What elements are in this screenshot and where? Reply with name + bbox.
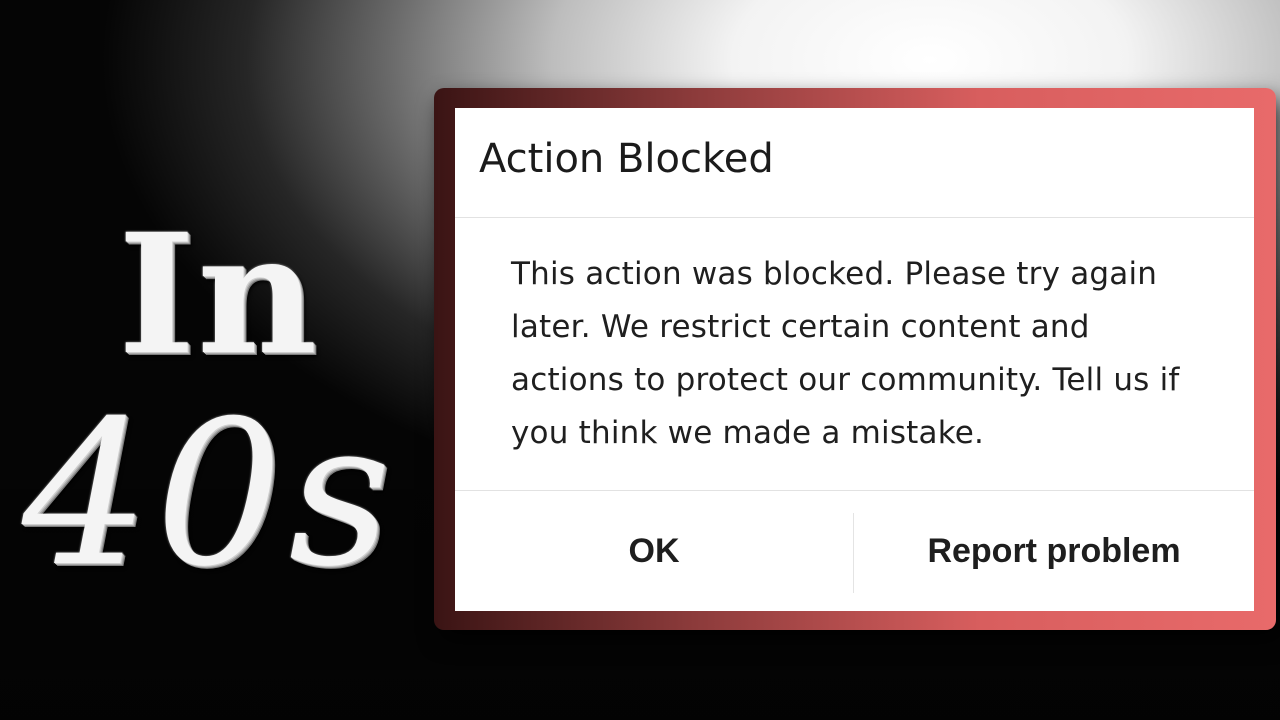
- report-problem-button[interactable]: Report problem: [854, 491, 1254, 611]
- ok-button[interactable]: OK: [455, 491, 853, 611]
- dialog-title: Action Blocked: [479, 136, 774, 182]
- overlay-caption-40s: 40s: [22, 378, 398, 611]
- overlay-caption-in: In: [118, 197, 320, 391]
- action-blocked-dialog: Action Blocked This action was blocked. …: [455, 108, 1254, 611]
- title-divider: [455, 217, 1254, 218]
- dialog-message: This action was blocked. Please try agai…: [511, 256, 1180, 451]
